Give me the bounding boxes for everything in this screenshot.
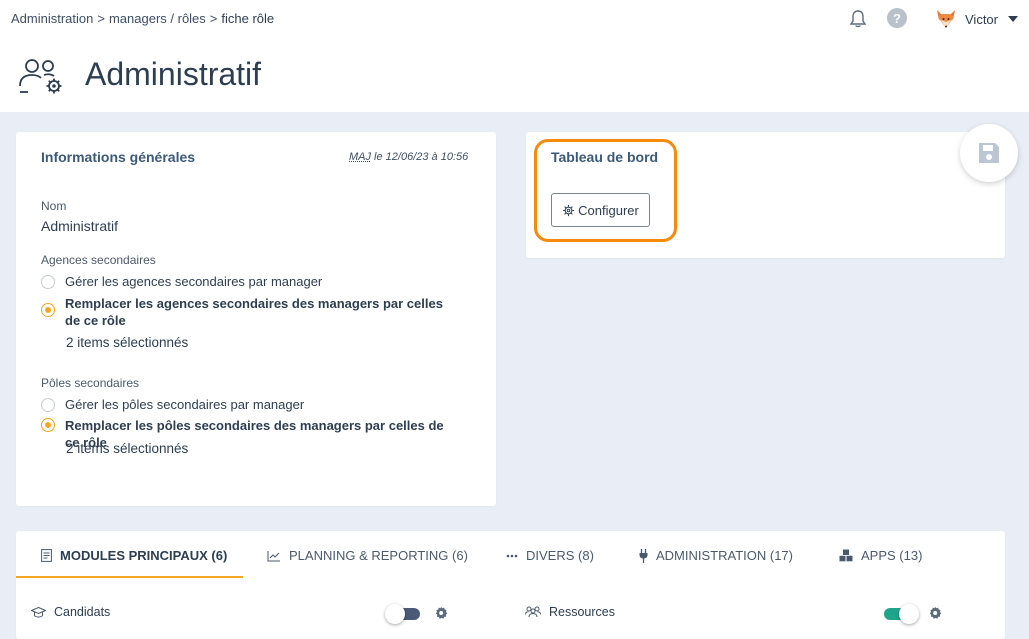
poles-option-per-manager[interactable]: Gérer les pôles secondaires par manager — [41, 397, 461, 412]
radio-checked[interactable] — [41, 303, 55, 317]
tab-planning-reporting[interactable]: PLANNING & REPORTING (6) — [267, 548, 468, 563]
top-bar: Administration > managers / rôles > fich… — [0, 0, 1029, 112]
tab-label: PLANNING & REPORTING (6) — [289, 548, 468, 563]
tab-modules-principaux[interactable]: MODULES PRINCIPAUX (6) — [41, 548, 227, 563]
maj-date: le 12/06/23 à 10:56 — [371, 151, 469, 163]
breadcrumb-separator: > — [97, 11, 105, 26]
breadcrumb-separator: > — [209, 11, 218, 26]
bell-icon[interactable] — [848, 9, 868, 29]
chevron-down-icon — [1008, 16, 1018, 22]
agences-label: Agences secondaires — [41, 253, 156, 267]
agences-items-selected[interactable]: 2 items sélectionnés — [66, 335, 188, 350]
save-button[interactable] — [960, 124, 1018, 182]
dots-icon — [506, 554, 518, 557]
active-tab-indicator — [16, 576, 243, 578]
tab-divers[interactable]: DIVERS (8) — [506, 548, 594, 563]
gear-icon[interactable] — [928, 606, 942, 620]
candidats-toggle[interactable] — [385, 604, 420, 624]
agences-option-replace-label: Remplacer les agences secondaires des ma… — [65, 296, 443, 328]
nom-value: Administratif — [41, 218, 119, 234]
gear-icon — [563, 204, 575, 216]
fox-avatar-icon — [937, 10, 955, 28]
ressources-toggle[interactable] — [884, 604, 919, 624]
module-row-ressources: Ressources — [525, 605, 615, 619]
toggle-knob — [899, 604, 919, 624]
agences-option-per-manager-label: Gérer les agences secondaires par manage… — [65, 274, 323, 289]
radio-checked[interactable] — [41, 418, 55, 432]
plug-icon — [639, 548, 648, 563]
users-gear-icon — [19, 59, 62, 94]
info-card-title: Informations générales — [41, 149, 196, 165]
tab-label: MODULES PRINCIPAUX (6) — [60, 548, 228, 563]
maj-abbr: MAJ — [349, 151, 371, 163]
configure-button[interactable]: Configurer — [551, 193, 650, 227]
tab-apps[interactable]: APPS (13) — [839, 548, 922, 563]
module-label: Candidats — [54, 605, 111, 619]
chart-line-icon — [267, 550, 280, 561]
module-row-candidats: Candidats — [31, 605, 110, 619]
breadcrumb-managers-roles[interactable]: managers / rôles — [109, 11, 206, 26]
poles-option-per-manager-label: Gérer les pôles secondaires par manager — [65, 397, 305, 412]
agences-option-replace[interactable]: Remplacer les agences secondaires des ma… — [41, 295, 461, 329]
tab-label: ADMINISTRATION (17) — [656, 548, 793, 563]
configure-button-label: Configurer — [578, 202, 639, 218]
graduation-cap-icon — [31, 606, 46, 617]
info-card: Informations générales MAJ le 12/06/23 à… — [16, 132, 496, 506]
users-icon — [525, 606, 541, 618]
toggle-knob — [385, 604, 405, 624]
document-icon — [41, 549, 52, 562]
agences-option-per-manager[interactable]: Gérer les agences secondaires par manage… — [41, 274, 461, 289]
radio-unchecked[interactable] — [41, 275, 55, 289]
breadcrumb-fiche-role: fiche rôle — [221, 11, 275, 26]
breadcrumb: Administration > managers / rôles > fich… — [11, 11, 274, 26]
last-update: MAJ le 12/06/23 à 10:56 — [349, 151, 468, 163]
user-name: Victor — [965, 11, 998, 27]
user-menu[interactable]: Victor — [935, 8, 1018, 30]
nom-label: Nom — [41, 199, 67, 213]
poles-items-selected[interactable]: 2 items sélectionnés — [66, 441, 188, 456]
page-title: Administratif — [85, 56, 262, 92]
tab-label: APPS (13) — [861, 548, 923, 563]
breadcrumb-administration[interactable]: Administration — [11, 11, 93, 26]
floppy-disk-icon — [979, 143, 999, 163]
poles-label: Pôles secondaires — [41, 376, 140, 390]
tab-label: DIVERS (8) — [526, 548, 594, 563]
help-icon[interactable]: ? — [887, 8, 907, 28]
tab-administration[interactable]: ADMINISTRATION (17) — [639, 548, 793, 563]
gear-icon[interactable] — [434, 606, 448, 620]
module-label: Ressources — [549, 605, 615, 619]
radio-unchecked[interactable] — [41, 398, 55, 412]
cubes-icon — [839, 549, 853, 562]
